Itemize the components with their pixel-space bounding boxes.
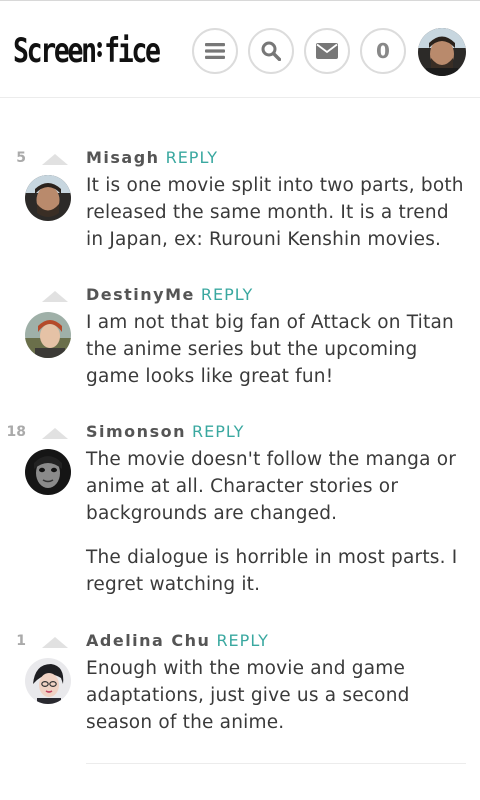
comment-meta: Simonson REPLY [86, 422, 244, 442]
search-button[interactable] [248, 28, 294, 74]
comment-paragraph: Enough with the movie and game adaptatio… [86, 658, 410, 733]
commenter-avatar[interactable] [25, 449, 71, 495]
commenter-avatar[interactable] [25, 658, 71, 704]
user-avatar[interactable] [418, 28, 466, 76]
menu-icon [205, 43, 225, 59]
vote-score: 18 [6, 424, 26, 440]
upvote-icon[interactable] [42, 637, 68, 648]
reply-link[interactable]: REPLY [216, 631, 268, 650]
comment-paragraph: It is one movie split into two parts, bo… [86, 175, 464, 250]
logo-text-right: fice [104, 31, 161, 71]
vote-control: 18 [0, 422, 68, 442]
comment-body: It is one movie split into two parts, bo… [86, 172, 466, 253]
logo-text-left: Screen [13, 31, 97, 71]
logo-dots [95, 39, 104, 60]
vote-control: 5 [0, 148, 68, 168]
reply-link[interactable]: REPLY [166, 148, 218, 167]
search-icon [261, 41, 281, 61]
comment-body: Enough with the movie and game adaptatio… [86, 655, 466, 736]
comment-author[interactable]: Adelina Chu [86, 631, 210, 650]
upvote-icon[interactable] [42, 154, 68, 165]
notification-count: 0 [376, 39, 390, 63]
upvote-icon[interactable] [42, 428, 68, 439]
comment-meta: DestinyMe REPLY [86, 285, 253, 305]
menu-button[interactable] [192, 28, 238, 74]
comment-author[interactable]: Simonson [86, 422, 186, 441]
comment-paragraph: The movie doesn't follow the manga or an… [86, 449, 457, 524]
reply-link[interactable]: REPLY [201, 285, 253, 304]
vote-control [0, 285, 68, 305]
reply-link[interactable]: REPLY [192, 422, 244, 441]
comment-paragraph: I am not that big fan of Attack on Titan… [86, 312, 454, 387]
comment-paragraph: The dialogue is horrible in most parts. … [86, 547, 458, 595]
mail-icon [316, 43, 338, 59]
notifications-button[interactable]: 0 [360, 28, 406, 74]
commenter-avatar[interactable] [25, 175, 71, 221]
comment-author[interactable]: Misagh [86, 148, 160, 167]
comment-meta: Misagh REPLY [86, 148, 218, 168]
site-logo[interactable]: Screen fice [13, 31, 161, 71]
vote-score: 1 [16, 633, 26, 649]
comment-body: The movie doesn't follow the manga or an… [86, 446, 466, 598]
comment-author[interactable]: DestinyMe [86, 285, 195, 304]
upvote-icon[interactable] [42, 291, 68, 302]
list-divider [86, 763, 466, 764]
vote-control: 1 [0, 631, 68, 651]
comment-meta: Adelina Chu REPLY [86, 631, 269, 651]
commenter-avatar[interactable] [25, 312, 71, 358]
messages-button[interactable] [304, 28, 350, 74]
vote-score: 5 [16, 150, 26, 166]
comment-body: I am not that big fan of Attack on Titan… [86, 309, 466, 390]
app-header: Screen fice 0 [0, 1, 480, 98]
